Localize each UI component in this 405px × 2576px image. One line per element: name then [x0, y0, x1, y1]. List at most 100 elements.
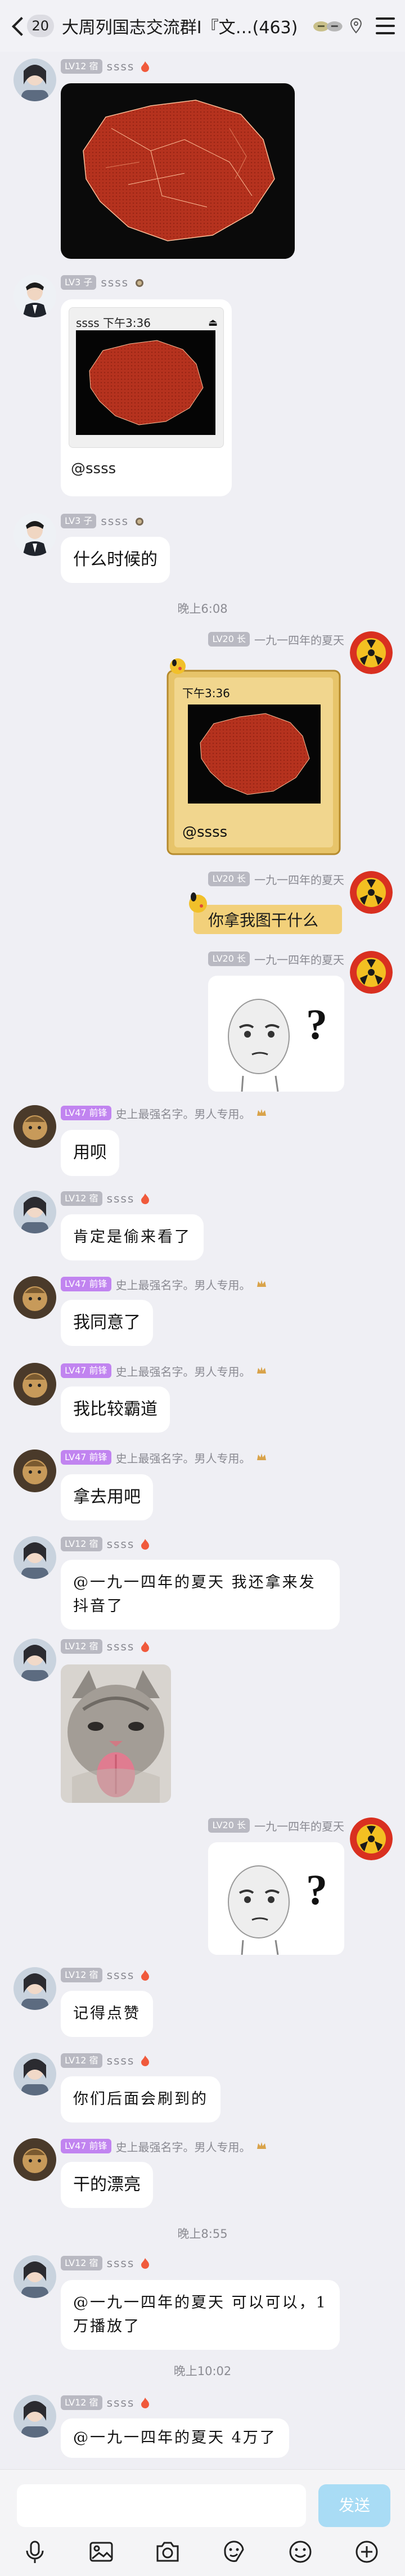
level-badge: LV47 前锋	[61, 1277, 111, 1291]
avatar[interactable]	[14, 1536, 56, 1579]
message-bubble[interactable]: 干的漂亮	[61, 2162, 153, 2208]
timestamp: 晚上10:02	[173, 2364, 232, 2378]
crown-icon	[256, 1280, 266, 1287]
sender-name[interactable]: ꜱꜱꜱꜱ	[107, 1537, 135, 1551]
level-badge: LV47 前锋	[61, 1363, 111, 1378]
flame-icon	[141, 2056, 150, 2066]
message-input[interactable]	[17, 2484, 306, 2527]
avatar[interactable]	[14, 2138, 56, 2181]
plus-icon[interactable]	[353, 2538, 380, 2565]
level-badge: LV12 宿	[61, 1639, 102, 1654]
sender-name[interactable]: 一九一四年的夏天	[254, 631, 344, 648]
sender-name[interactable]: ꜱꜱꜱꜱ	[107, 1192, 135, 1205]
message-bubble[interactable]: 用呗	[61, 1130, 119, 1176]
sticker-frame-bubble[interactable]: 你拿我图干什么	[186, 890, 343, 935]
avatar[interactable]	[14, 2255, 56, 2298]
sender-name[interactable]: ꜱꜱꜱꜱ	[107, 1968, 135, 1982]
mic-icon[interactable]	[21, 2538, 48, 2565]
message-text: 你拿我图干什么	[208, 911, 319, 930]
sender-name[interactable]: 一九一四年的夏天	[254, 951, 344, 967]
message-bubble[interactable]: 什么时候的	[61, 537, 170, 583]
avatar[interactable]	[14, 2053, 56, 2095]
message-bubble[interactable]: 记得点赞	[61, 1991, 153, 2037]
camera-icon[interactable]	[154, 2538, 181, 2565]
sender-name[interactable]: ꜱꜱꜱꜱ	[107, 2054, 135, 2067]
crown-icon	[256, 2142, 266, 2149]
level-badge: LV12 宿	[61, 59, 102, 74]
avatar[interactable]	[14, 59, 56, 101]
message-bubble[interactable]: 我比较霸道	[61, 1386, 170, 1433]
sender-name[interactable]: ꜱꜱꜱꜱ	[101, 514, 129, 528]
quoted-time: 一九一四年的夏天 下午3:36	[182, 684, 230, 701]
group-title[interactable]: 大周列国志交流群I『文…(463)	[62, 14, 308, 38]
sender-name[interactable]: 一九一四年的夏天	[254, 871, 344, 887]
avatar[interactable]	[14, 1191, 56, 1233]
sender-meta: LV12 宿 ꜱꜱꜱꜱ	[61, 1639, 151, 1654]
sender-name[interactable]: 史上最强名字。男人专用。	[116, 1363, 251, 1379]
sender-name[interactable]: 一九一四年的夏天	[254, 1817, 344, 1834]
message-bubble[interactable]: 你们后面会刷到的	[61, 2076, 220, 2122]
emoji-icon[interactable]	[287, 2538, 314, 2565]
avatar[interactable]	[14, 513, 56, 556]
cat-photo[interactable]	[61, 1664, 171, 1803]
sender-meta: LV3 子 ꜱꜱꜱꜱ	[61, 275, 146, 290]
level-badge: LV12 宿	[61, 2256, 102, 2270]
back-icon[interactable]	[10, 15, 25, 37]
sender-meta: LV3 子 ꜱꜱꜱꜱ	[61, 513, 146, 529]
unread-count-badge[interactable]: 20	[26, 15, 54, 37]
avatar[interactable]	[14, 1639, 56, 1681]
sender-name[interactable]: 史上最强名字。男人专用。	[116, 1276, 251, 1293]
crown-icon	[256, 1453, 266, 1460]
image-icon[interactable]	[88, 2538, 115, 2565]
timestamp: 晚上8:55	[177, 2227, 228, 2241]
avatar[interactable]	[14, 275, 56, 317]
avatar[interactable]	[14, 1276, 56, 1319]
flame-icon	[141, 1970, 150, 1981]
map-image[interactable]	[61, 83, 295, 259]
sender-name[interactable]: 史上最强名字。男人专用。	[116, 1449, 251, 1466]
avatar[interactable]	[14, 2395, 56, 2438]
message-bubble[interactable]: @一九一四年的夏天 可以可以，1万播放了	[61, 2280, 340, 2350]
sender-meta: LV20 长 一九一四年的夏天	[208, 1817, 344, 1833]
flame-icon	[141, 2398, 150, 2408]
sender-meta: LV20 长 一九一四年的夏天	[208, 871, 344, 887]
avatar[interactable]	[14, 1363, 56, 1406]
sender-name[interactable]: 史上最强名字。男人专用。	[116, 2138, 251, 2155]
avatar[interactable]	[350, 951, 393, 994]
avatar[interactable]	[14, 1449, 56, 1492]
group-emoji-icon	[313, 21, 343, 32]
sender-name[interactable]: 史上最强名字。男人专用。	[116, 1105, 251, 1121]
composer-bar: 发送	[0, 2469, 405, 2576]
avatar[interactable]	[350, 871, 393, 914]
message-bubble[interactable]: 拿去用吧	[61, 1474, 153, 1520]
menu-icon[interactable]	[376, 17, 395, 34]
quoted-sender-glyph: ꜱꜱꜱꜱ	[76, 316, 100, 330]
sender-meta: LV47 前锋 史上最强名字。男人专用。	[61, 1276, 268, 1292]
sender-name[interactable]: ꜱꜱꜱꜱ	[107, 1640, 135, 1653]
sender-meta: LV47 前锋 史上最强名字。男人专用。	[61, 2138, 268, 2154]
avatar[interactable]	[350, 1817, 393, 1860]
avatar[interactable]	[14, 1105, 56, 1148]
message-bubble[interactable]: @一九一四年的夏天 4万了	[61, 2418, 289, 2458]
sender-meta: LV12 宿 ꜱꜱꜱꜱ	[61, 2395, 151, 2411]
crown-icon	[256, 1367, 266, 1374]
crown-icon	[256, 1109, 266, 1116]
avatar[interactable]	[350, 631, 393, 674]
sender-name[interactable]: ꜱꜱꜱꜱ	[101, 276, 129, 289]
send-button[interactable]: 发送	[318, 2484, 390, 2527]
sender-name[interactable]: ꜱꜱꜱꜱ	[107, 60, 135, 73]
meme-sticker[interactable]: ?	[208, 1842, 344, 1955]
message-bubble[interactable]: @一九一四年的夏天 我还拿来发抖音了	[61, 1560, 340, 1630]
flame-icon	[141, 2258, 150, 2269]
sender-name[interactable]: ꜱꜱꜱꜱ	[107, 2256, 135, 2270]
message-bubble[interactable]: 我同意了	[61, 1300, 153, 1346]
quote-bubble[interactable]: ꜱꜱꜱꜱ 下午3:36 ⏏ @ꜱꜱꜱꜱ	[61, 299, 232, 496]
level-badge: LV12 宿	[61, 2395, 102, 2410]
sender-meta: LV47 前锋 史上最强名字。男人专用。	[61, 1105, 268, 1121]
meme-sticker[interactable]: ?	[208, 976, 344, 1092]
sticker-icon[interactable]	[220, 2538, 248, 2565]
message-bubble[interactable]: 肯定是偷来看了	[61, 1214, 204, 1260]
sender-name[interactable]: ꜱꜱꜱꜱ	[107, 2396, 135, 2409]
sticker-frame-bubble[interactable]: 一九一四年的夏天 下午3:36 @ꜱꜱꜱꜱ	[164, 655, 343, 856]
avatar[interactable]	[14, 1967, 56, 2010]
